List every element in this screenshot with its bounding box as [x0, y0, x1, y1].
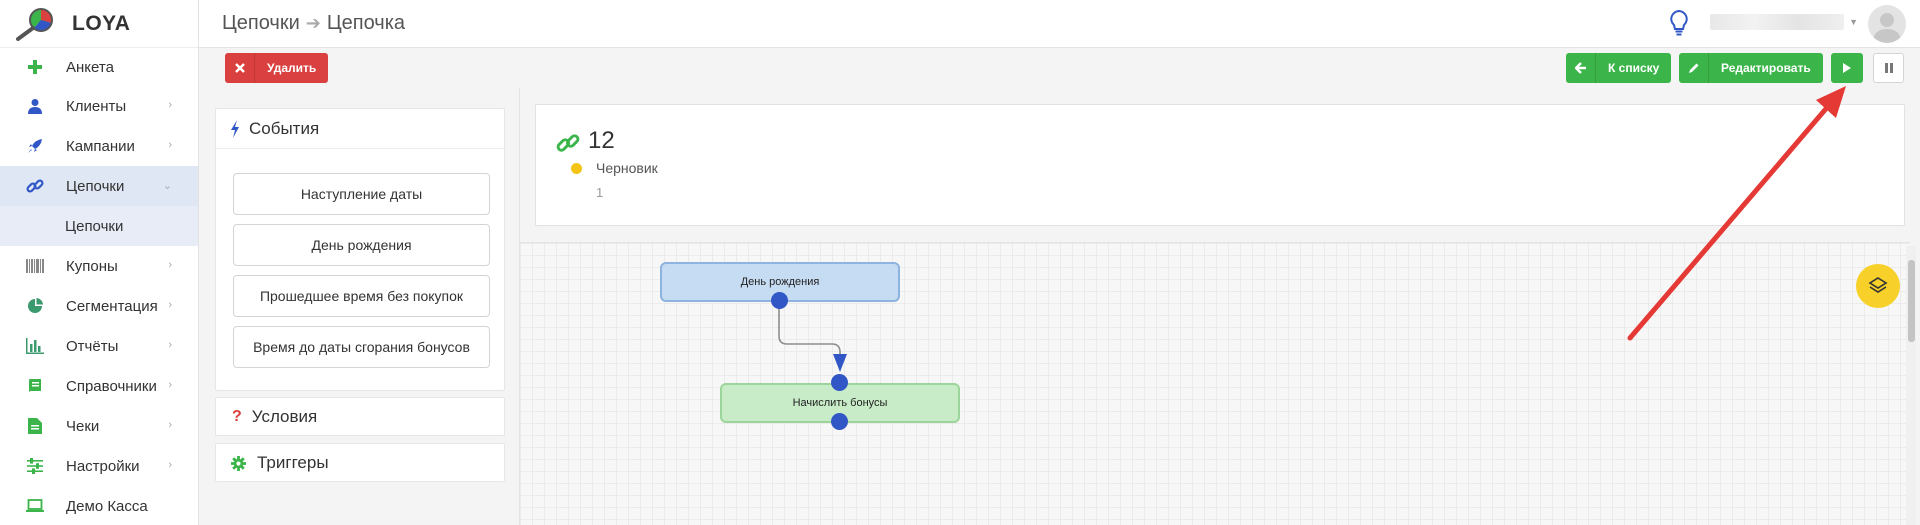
annotation-arrow: [1627, 86, 1846, 341]
